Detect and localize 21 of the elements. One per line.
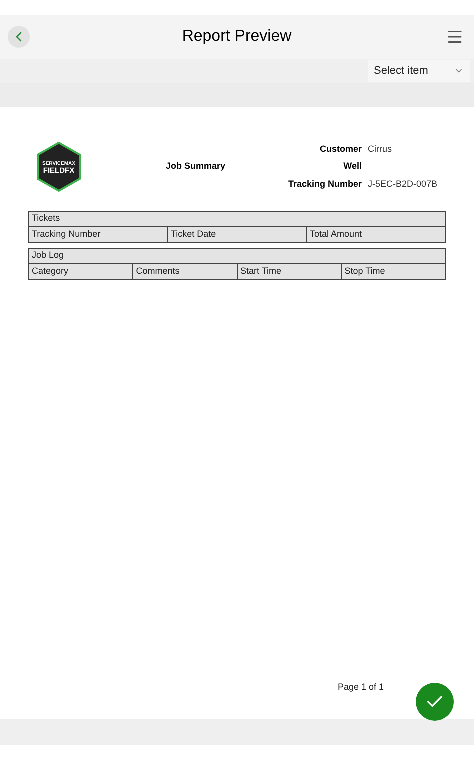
table-header-cell: Comments <box>132 264 236 279</box>
field-label: Tracking Number <box>288 178 362 191</box>
back-button[interactable] <box>8 26 30 48</box>
table-header-cell-text: Tracking Number <box>31 228 102 241</box>
menu-icon <box>446 28 464 46</box>
table-title: Job Log <box>29 249 445 264</box>
confirm-button[interactable] <box>416 683 454 721</box>
page-number: Page 1 of 1 <box>338 680 384 694</box>
field-label: Customer <box>318 142 362 156</box>
item-select[interactable]: Select item <box>368 60 470 82</box>
table-header-cell: Ticket Date <box>167 227 306 242</box>
report-title: Job Summary <box>166 160 226 174</box>
table-header-cell: Stop Time <box>340 264 445 279</box>
field-value: Cirrus <box>368 142 393 156</box>
field-label: Well <box>342 160 362 174</box>
table-header-cell: Start Time <box>236 264 341 279</box>
table-title: Tickets <box>29 212 445 227</box>
table-header-cell: Total Amount <box>306 227 445 242</box>
field-value: J-5EC-B2D-007B <box>368 178 439 191</box>
page-title: Report Preview <box>182 27 292 47</box>
table-header-cell-text: Category <box>31 264 70 278</box>
